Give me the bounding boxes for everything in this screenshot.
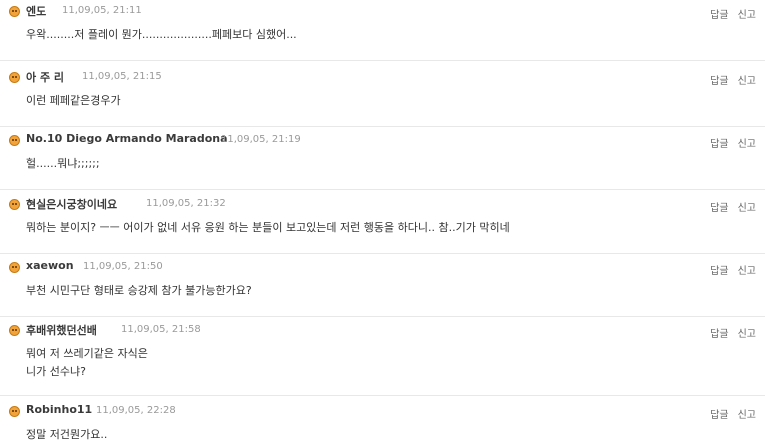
report-button[interactable]: 신고 xyxy=(738,139,756,150)
reply-button[interactable]: 답글 xyxy=(710,139,728,150)
reply-button[interactable]: 답글 xyxy=(710,329,728,340)
comment-item: xaewon 11,09,05, 21:50 답글 신고 부천 시민구단 형태로 … xyxy=(0,256,765,317)
user-avatar-icon xyxy=(9,199,20,210)
report-button[interactable]: 신고 xyxy=(738,76,756,87)
comment-author[interactable]: No.10 Diego Armando Maradona xyxy=(26,132,228,145)
comment-body: 뭐하는 분이지? ㅡㅡ 어이가 없네 서유 응원 하는 분들이 보고있는데 저런… xyxy=(26,219,510,237)
reply-button[interactable]: 답글 xyxy=(710,266,728,277)
comment-body: 헐......뭐냐;;;;;; xyxy=(26,155,100,173)
reply-button[interactable]: 답글 xyxy=(710,10,728,21)
reply-button[interactable]: 답글 xyxy=(710,76,728,87)
user-avatar-icon xyxy=(9,72,20,83)
comment-timestamp: 11,09,05, 21:19 xyxy=(221,134,301,145)
comment-author[interactable]: 엔도 xyxy=(26,3,46,19)
comment-author[interactable]: xaewon xyxy=(26,259,74,272)
comment-text: 우왁........저 플레이 뭔가....................페페… xyxy=(26,28,297,41)
comment-actions: 답글 신고 xyxy=(710,6,756,21)
comment-body: 이런 페페같은경우가 xyxy=(26,92,121,110)
comment-actions: 답글 신고 xyxy=(710,72,756,87)
comment-item: 아 주 리 11,09,05, 21:15 답글 신고 이런 페페같은경우가 xyxy=(0,66,765,127)
comment-text: 이런 페페같은경우가 xyxy=(26,94,121,107)
comment-author[interactable]: 후배위했던선배 xyxy=(26,322,97,338)
comment-actions: 답글 신고 xyxy=(710,135,756,150)
comment-body: 정말 저건뭔가요.. xyxy=(26,426,107,444)
comment-item: 현실은시궁창이네요 11,09,05, 21:32 답글 신고 뭐하는 분이지? … xyxy=(0,193,765,254)
user-avatar-icon xyxy=(9,406,20,417)
report-button[interactable]: 신고 xyxy=(738,329,756,340)
comment-text: 뭐여 저 쓰레기같은 자식은 xyxy=(26,347,148,360)
comment-author[interactable]: 아 주 리 xyxy=(26,69,64,85)
comment-text: 뭐하는 분이지? ㅡㅡ 어이가 없네 서유 응원 하는 분들이 보고있는데 저런… xyxy=(26,221,510,234)
comment-timestamp: 11,09,05, 21:58 xyxy=(121,324,201,335)
comment-actions: 답글 신고 xyxy=(710,325,756,340)
user-avatar-icon xyxy=(9,262,20,273)
comment-item: 엔도 11,09,05, 21:11 답글 신고 우왁........저 플레이 … xyxy=(0,0,765,61)
comment-item: 후배위했던선배 11,09,05, 21:58 답글 신고 뭐여 저 쓰레기같은 … xyxy=(0,319,765,396)
user-avatar-icon xyxy=(9,325,20,336)
comment-timestamp: 11,09,05, 21:32 xyxy=(146,198,226,209)
comment-timestamp: 11,09,05, 22:28 xyxy=(96,405,176,416)
comment-actions: 답글 신고 xyxy=(710,262,756,277)
reply-button[interactable]: 답글 xyxy=(710,410,728,421)
comment-list: 엔도 11,09,05, 21:11 답글 신고 우왁........저 플레이 … xyxy=(0,0,765,447)
comment-timestamp: 11,09,05, 21:11 xyxy=(62,5,142,16)
comment-body: 우왁........저 플레이 뭔가....................페페… xyxy=(26,26,297,44)
report-button[interactable]: 신고 xyxy=(738,203,756,214)
comment-author[interactable]: Robinho11 xyxy=(26,403,92,416)
comment-timestamp: 11,09,05, 21:50 xyxy=(83,261,163,272)
comment-item: No.10 Diego Armando Maradona 11,09,05, 2… xyxy=(0,129,765,190)
comment-text: 니가 선수냐? xyxy=(26,365,86,378)
comment-author[interactable]: 현실은시궁창이네요 xyxy=(26,196,117,212)
comment-item: Robinho11 11,09,05, 22:28 답글 신고 정말 저건뭔가요.… xyxy=(0,400,765,446)
comment-body: 뭐여 저 쓰레기같은 자식은 니가 선수냐? xyxy=(26,345,148,381)
comment-body: 부천 시민구단 형태로 승강제 참가 불가능한가요? xyxy=(26,282,252,300)
report-button[interactable]: 신고 xyxy=(738,10,756,21)
comment-text: 헐......뭐냐;;;;;; xyxy=(26,157,100,170)
user-avatar-icon xyxy=(9,6,20,17)
user-avatar-icon xyxy=(9,135,20,146)
comment-text: 정말 저건뭔가요.. xyxy=(26,428,108,441)
report-button[interactable]: 신고 xyxy=(738,266,756,277)
comment-timestamp: 11,09,05, 21:15 xyxy=(82,71,162,82)
reply-button[interactable]: 답글 xyxy=(710,203,728,214)
report-button[interactable]: 신고 xyxy=(738,410,756,421)
comment-text: 부천 시민구단 형태로 승강제 참가 불가능한가요? xyxy=(26,284,252,297)
comment-actions: 답글 신고 xyxy=(710,199,756,214)
comment-actions: 답글 신고 xyxy=(710,406,756,421)
